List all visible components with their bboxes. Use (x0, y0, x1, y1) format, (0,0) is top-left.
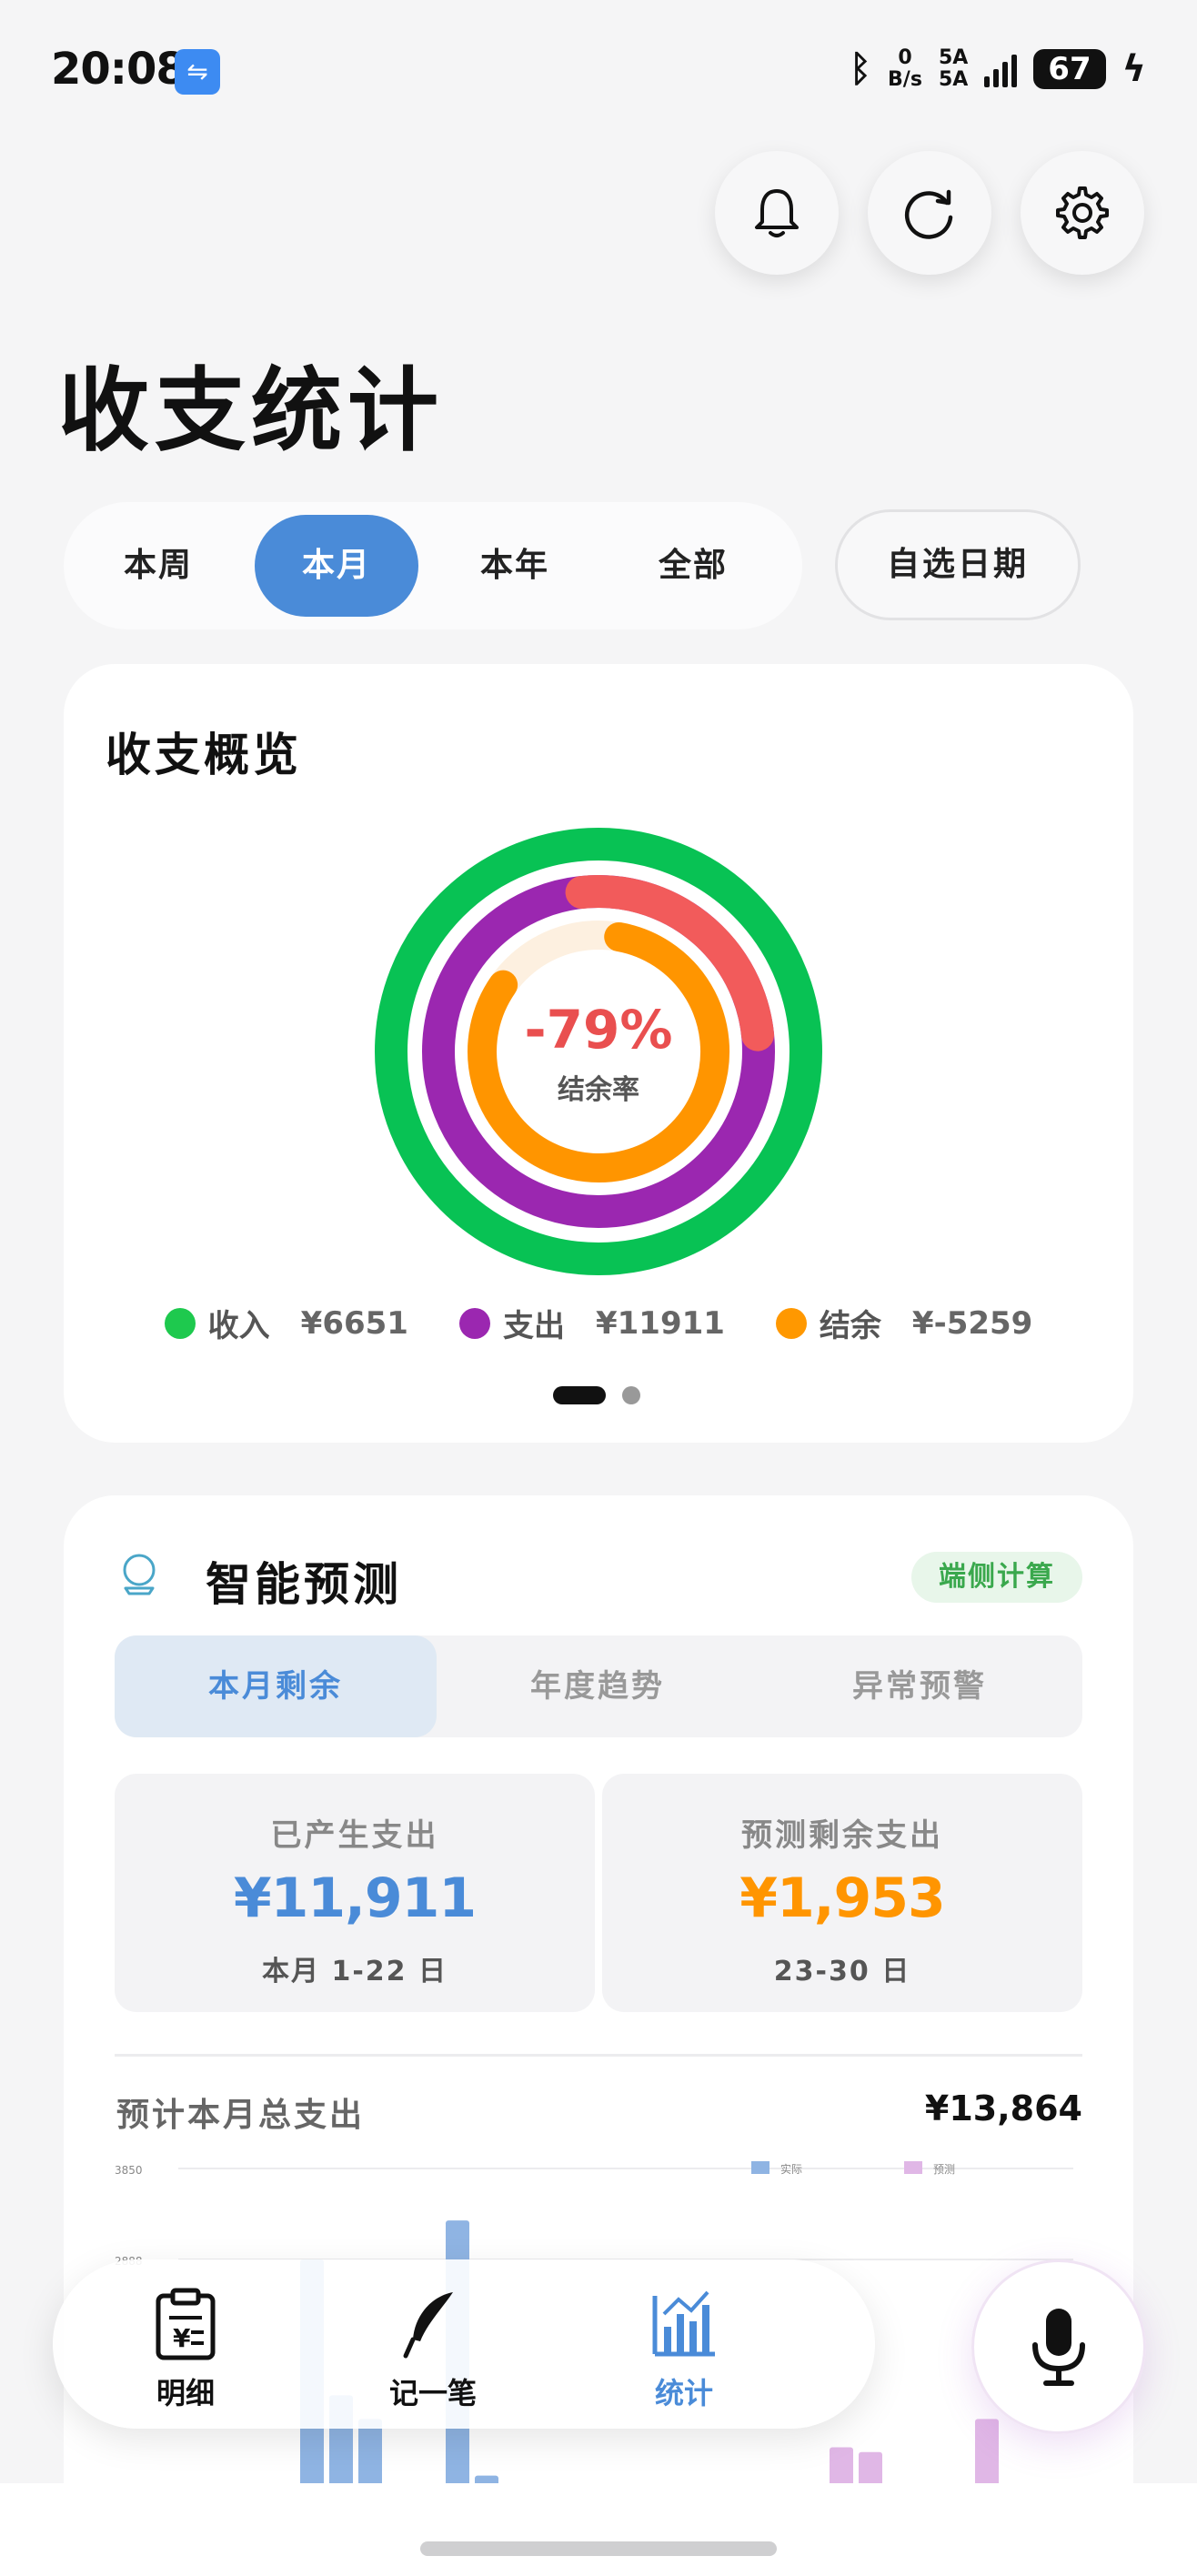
bluetooth-icon: ᛒ (850, 48, 872, 90)
nav-add-record[interactable]: 记一笔 (351, 2287, 515, 2412)
tab-all[interactable]: 全部 (611, 515, 775, 617)
page-indicator[interactable] (553, 1386, 640, 1404)
custom-date-button[interactable]: 自选日期 (835, 509, 1081, 620)
y-tick-label: 3850 (115, 2164, 143, 2177)
usb-icon: ⇋ (175, 49, 220, 95)
legend-label: 预测 (933, 2163, 955, 2176)
crystal-ball-icon (123, 1554, 156, 1595)
legend-balance: 结余 ¥-5259 (775, 1301, 1033, 1345)
feather-icon (403, 2292, 453, 2359)
on-device-badge: 端侧计算 (911, 1552, 1082, 1603)
overview-card: 收支概览 -79% 结余率 收入 ¥6651 支出 ¥11911 结余 ¥-52… (64, 664, 1133, 1443)
gear-icon (1056, 186, 1109, 239)
settings-button[interactable] (1021, 151, 1144, 275)
page: 20:08 ⇋ ᛒ 0 B/s 5A 5A 67 ϟ 收支统计 本周 本月 本年… (0, 0, 1197, 2576)
balance-rate-value: -79% (525, 999, 673, 1061)
status-time: 20:08 (51, 44, 186, 95)
balance-dot (775, 1307, 807, 1339)
total-forecast-label: 预计本月总支出 (116, 2097, 366, 2134)
divider (115, 2054, 1082, 2057)
income-dot (164, 1307, 196, 1339)
battery-level: 67 (1048, 51, 1091, 87)
nav-statistics-label: 统计 (654, 2376, 713, 2410)
tab-week[interactable]: 本周 (76, 515, 240, 617)
spent-label: 已产生支出 (270, 1817, 439, 1854)
signal-bars-icon (984, 51, 1018, 87)
legend-balance-value: ¥-5259 (911, 1304, 1033, 1342)
status-right: ᛒ 0 B/s 5A 5A 67 ϟ (850, 47, 1146, 91)
net-speed: 0 B/s (888, 47, 922, 91)
status-bar: 20:08 ⇋ ᛒ 0 B/s 5A 5A 67 ϟ (0, 0, 1197, 136)
legend-income-value: ¥6651 (300, 1304, 408, 1342)
signal-labels: 5A 5A (939, 47, 968, 91)
nav-details[interactable]: ¥ 明细 (104, 2287, 267, 2412)
legend-income: 收入 ¥6651 (164, 1301, 408, 1345)
refresh-icon (904, 189, 953, 239)
signal-label-2: 5A (938, 68, 969, 91)
spent-range: 本月 1-22 日 (262, 1956, 448, 1987)
signal-label-1: 5A (938, 46, 969, 69)
forecast-label: 预测剩余支出 (741, 1817, 943, 1854)
legend-expense-label: 支出 (502, 1308, 565, 1344)
bottom-safe-area (0, 2483, 1197, 2576)
bar-chart-icon (652, 2290, 715, 2357)
clipboard-icon: ¥ (156, 2288, 216, 2360)
total-forecast-value: ¥13,864 (924, 2088, 1082, 2128)
overview-legend: 收入 ¥6651 支出 ¥11911 结余 ¥-5259 (64, 1301, 1133, 1345)
tab-month[interactable]: 本月 (255, 515, 418, 617)
net-speed-value: 0 (898, 46, 912, 69)
spent-stat: 已产生支出 ¥11,911 本月 1-22 日 (115, 1774, 595, 2012)
forecast-stat: 预测剩余支出 ¥1,953 23-30 日 (602, 1774, 1082, 2012)
refresh-button[interactable] (868, 151, 991, 275)
tab-year[interactable]: 本年 (433, 515, 597, 617)
nav-statistics[interactable]: 统计 (602, 2287, 766, 2412)
spent-value: ¥11,911 (233, 1867, 477, 1930)
svg-text:¥: ¥ (173, 2323, 191, 2353)
page-title: 收支统计 (58, 357, 444, 464)
voice-input-button[interactable] (971, 2259, 1146, 2434)
charging-icon: ϟ (1122, 48, 1146, 90)
tab-anomaly-alert[interactable]: 异常预警 (759, 1635, 1081, 1737)
legend-swatch (751, 2161, 770, 2174)
tab-month-remaining[interactable]: 本月剩余 (115, 1635, 437, 1737)
legend-expense: 支出 ¥11911 (458, 1301, 725, 1345)
bell-icon (755, 189, 799, 237)
legend-label: 实际 (780, 2162, 802, 2176)
microphone-icon (1032, 2309, 1085, 2386)
nav-add-record-label: 记一笔 (388, 2376, 477, 2410)
period-tabs: 本周 本月 本年 全部 (64, 502, 802, 629)
balance-rate-label: 结余率 (558, 1074, 639, 1106)
legend-balance-label: 结余 (819, 1308, 881, 1344)
page-dot[interactable] (622, 1386, 640, 1404)
bottom-nav: ¥ 明细 记一笔 统计 (53, 2259, 875, 2429)
home-indicator[interactable] (420, 2541, 777, 2556)
net-speed-unit: B/s (888, 68, 922, 91)
legend-expense-value: ¥11911 (595, 1304, 725, 1342)
notification-button[interactable] (715, 151, 839, 275)
prediction-tabs: 本月剩余 年度趋势 异常预警 (115, 1635, 1082, 1737)
legend-income-label: 收入 (207, 1308, 270, 1344)
forecast-value: ¥1,953 (739, 1867, 946, 1930)
expense-dot (458, 1307, 490, 1339)
prediction-title: 智能预测 (206, 1558, 402, 1611)
balance-ring-chart: -79% 结余率 (375, 828, 822, 1275)
forecast-range: 23-30 日 (773, 1956, 911, 1987)
nav-details-label: 明细 (156, 2376, 215, 2410)
page-dot-active[interactable] (553, 1386, 606, 1404)
tab-annual-trend[interactable]: 年度趋势 (437, 1635, 759, 1737)
legend-swatch (904, 2161, 922, 2174)
battery-icon: 67 (1033, 49, 1106, 89)
